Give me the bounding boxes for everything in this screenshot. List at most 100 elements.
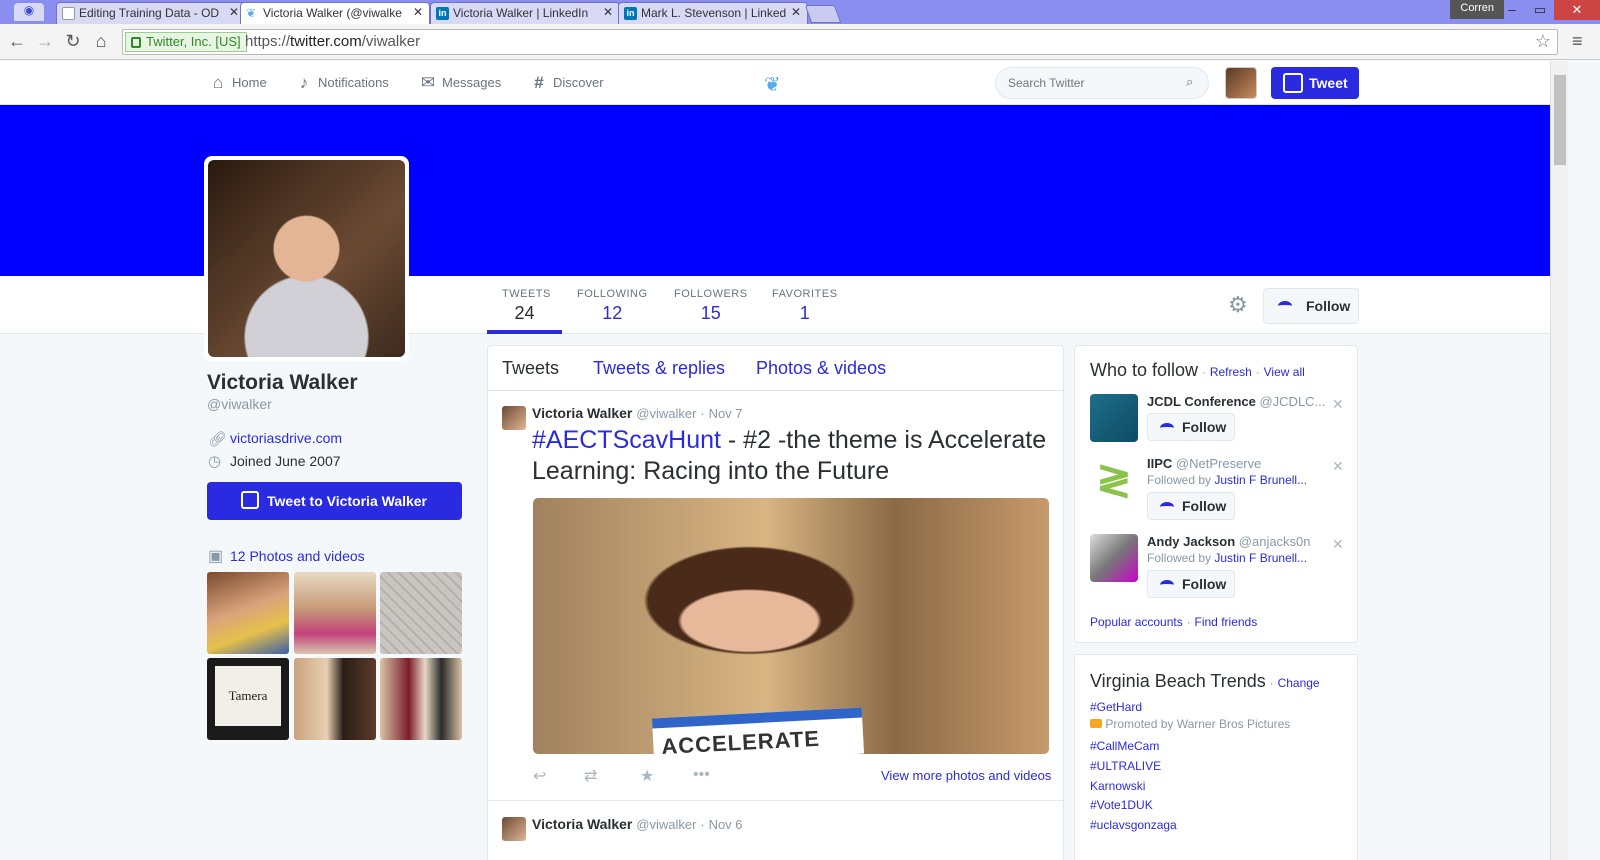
- retweet-icon[interactable]: ⇄: [584, 766, 597, 786]
- forward-arrow-icon[interactable]: →: [34, 30, 56, 52]
- popular-accounts-link[interactable]: Popular accounts: [1090, 615, 1183, 629]
- trend-item[interactable]: #uclavsgonzaga: [1090, 818, 1177, 832]
- stat-followers[interactable]: FOLLOWERS 15: [659, 288, 763, 334]
- close-icon[interactable]: ✕: [603, 5, 613, 19]
- photo-thumbnail[interactable]: [380, 572, 462, 654]
- suggestion-avatar[interactable]: ≷: [1090, 456, 1138, 504]
- address-bar[interactable]: Twitter, Inc. [US] https://twitter.com/v…: [122, 29, 1558, 55]
- tab-linkedin-mark[interactable]: in Mark L. Stevenson | Linked ✕: [618, 2, 808, 24]
- compose-tweet-button[interactable]: Tweet: [1271, 67, 1359, 99]
- reload-icon[interactable]: ↻: [62, 30, 84, 52]
- dismiss-icon[interactable]: ✕: [1332, 536, 1344, 553]
- photos-videos-link[interactable]: 12 Photos and videos: [230, 548, 365, 564]
- tweet-author-name[interactable]: Victoria Walker: [532, 405, 632, 421]
- close-icon[interactable]: ✕: [791, 5, 801, 19]
- page-scrollbar[interactable]: [1550, 61, 1568, 860]
- tweet-date[interactable]: Nov 6: [709, 817, 743, 832]
- window-close-button[interactable]: ✕: [1554, 0, 1600, 20]
- profile-handle[interactable]: @viwalker: [207, 396, 272, 412]
- gear-icon[interactable]: ⚙: [1228, 292, 1248, 318]
- tweet-media-photo[interactable]: ACCELERATE: [533, 498, 1049, 754]
- suggestion-avatar[interactable]: [1090, 394, 1138, 442]
- trend-item[interactable]: #Vote1DUK: [1090, 798, 1153, 812]
- trend-item[interactable]: #CallMeCam: [1090, 739, 1159, 753]
- follow-button[interactable]: Follow: [1263, 288, 1359, 324]
- link-icon: 🔗︎: [208, 431, 228, 448]
- nav-notifications[interactable]: ♪ Notifications: [294, 71, 389, 95]
- maximize-button[interactable]: ▭: [1526, 0, 1554, 20]
- more-icon[interactable]: •••: [693, 766, 710, 784]
- view-more-media-link[interactable]: View more photos and videos: [881, 768, 1051, 783]
- hashtag-icon: #: [534, 73, 544, 92]
- tweet-author-handle[interactable]: @viwalker: [636, 817, 696, 832]
- twitter-bird-icon[interactable]: ❦: [764, 72, 781, 97]
- browser-toolbar: ← → ↻ ⌂ Twitter, Inc. [US] https://twitt…: [0, 24, 1600, 60]
- change-trends-link[interactable]: Change: [1278, 676, 1320, 690]
- stat-tweets[interactable]: TWEETS 24: [487, 288, 562, 334]
- tab-twitter-profile[interactable]: ❦ Victoria Walker (@viwalke ✕: [240, 2, 430, 24]
- url-text[interactable]: https://twitter.com/viwalker: [245, 33, 420, 50]
- scrollbar-thumb[interactable]: [1554, 75, 1566, 165]
- follow-button[interactable]: Follow: [1147, 570, 1235, 598]
- photo-thumbnail[interactable]: [380, 658, 462, 740]
- trend-item[interactable]: #ULTRALIVE: [1090, 759, 1161, 773]
- new-tab-button[interactable]: [804, 5, 842, 23]
- ev-certificate-badge[interactable]: Twitter, Inc. [US]: [125, 32, 247, 52]
- avatar[interactable]: [1225, 67, 1257, 99]
- search-icon[interactable]: ⌕: [1186, 74, 1193, 90]
- view-all-link[interactable]: View all: [1264, 365, 1305, 379]
- tweet-to-button[interactable]: Tweet to Victoria Walker: [207, 482, 462, 520]
- photo-thumbnail[interactable]: [207, 572, 289, 654]
- hashtag-link[interactable]: #AECTScavHunt: [532, 426, 721, 454]
- card-title: Virginia Beach Trends: [1090, 671, 1266, 691]
- follow-button[interactable]: Follow: [1147, 413, 1235, 441]
- tweet-avatar[interactable]: [502, 817, 526, 841]
- follow-button[interactable]: Follow: [1147, 492, 1235, 520]
- nav-messages[interactable]: ✉ Messages: [418, 71, 501, 95]
- tweet-avatar[interactable]: [502, 406, 526, 430]
- tab-linkedin-victoria[interactable]: in Victoria Walker | LinkedIn ✕: [430, 2, 620, 24]
- tweet-author-name[interactable]: Victoria Walker: [532, 816, 632, 832]
- trend-item[interactable]: #GetHard: [1090, 700, 1142, 714]
- back-arrow-icon[interactable]: ←: [6, 30, 28, 52]
- suggestion-name[interactable]: JCDL Conference @JCDLC...: [1147, 394, 1325, 409]
- profile-badge[interactable]: Corren: [1450, 0, 1504, 19]
- stat-favorites[interactable]: FAVORITES 1: [757, 288, 852, 334]
- reply-icon[interactable]: ↩: [533, 766, 546, 786]
- trend-item[interactable]: Karnowski: [1090, 779, 1145, 793]
- chrome-menu-icon[interactable]: ◉: [14, 3, 44, 21]
- tab-editing-training-data[interactable]: Editing Training Data - OD ✕: [56, 2, 246, 24]
- tab-photos-videos[interactable]: Photos & videos: [756, 358, 886, 379]
- bookmark-star-icon[interactable]: ☆: [1535, 31, 1551, 52]
- close-icon[interactable]: ✕: [229, 5, 239, 19]
- suggestion-avatar[interactable]: [1090, 534, 1138, 582]
- tab-tweets[interactable]: Tweets: [502, 358, 559, 379]
- add-user-icon: [1278, 301, 1292, 311]
- refresh-link[interactable]: Refresh: [1210, 365, 1252, 379]
- dismiss-icon[interactable]: ✕: [1332, 396, 1344, 413]
- stat-following[interactable]: FOLLOWING 12: [562, 288, 663, 334]
- search-input[interactable]: [995, 67, 1209, 99]
- dismiss-icon[interactable]: ✕: [1332, 458, 1344, 475]
- photo-thumbnail[interactable]: [294, 572, 376, 654]
- photo-thumbnail[interactable]: [294, 658, 376, 740]
- add-user-icon: [1160, 502, 1174, 512]
- profile-avatar[interactable]: [204, 156, 409, 361]
- close-icon[interactable]: ✕: [413, 5, 423, 19]
- promoted-icon: [1090, 719, 1102, 728]
- profile-name[interactable]: Victoria Walker: [207, 371, 358, 395]
- tab-tweets-replies[interactable]: Tweets & replies: [593, 358, 725, 379]
- photo-thumbnail[interactable]: Tamera: [207, 658, 289, 740]
- find-friends-link[interactable]: Find friends: [1195, 615, 1258, 629]
- tweet-date[interactable]: Nov 7: [709, 406, 743, 421]
- tweet-author-handle[interactable]: @viwalker: [636, 406, 696, 421]
- home-icon[interactable]: ⌂: [90, 30, 112, 52]
- chrome-menu-icon[interactable]: ≡: [1572, 31, 1583, 52]
- favorite-star-icon[interactable]: ★: [640, 766, 654, 786]
- suggestion-name[interactable]: Andy Jackson @anjacks0n: [1147, 534, 1311, 549]
- nav-discover[interactable]: # Discover: [529, 71, 603, 95]
- suggestion-name[interactable]: IIPC @NetPreserve: [1147, 456, 1261, 471]
- minimize-button[interactable]: –: [1498, 0, 1526, 20]
- nav-home[interactable]: ⌂ Home: [208, 71, 267, 95]
- profile-website-link[interactable]: victoriasdrive.com: [230, 430, 342, 446]
